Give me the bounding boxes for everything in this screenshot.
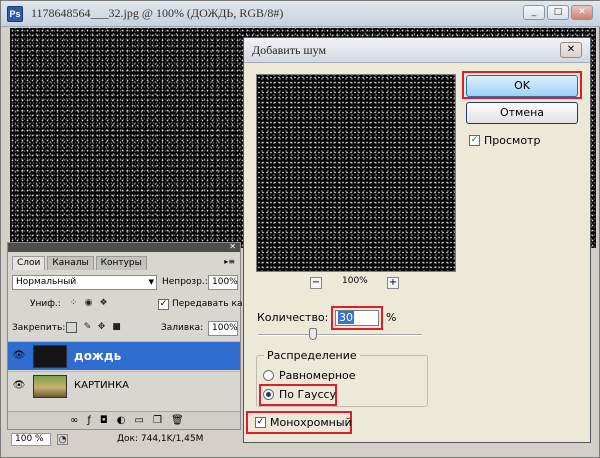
unify-visibility-icon[interactable]: ◉ (83, 298, 94, 309)
eye-icon[interactable]: 👁 (12, 350, 26, 362)
new-group-icon[interactable]: ▭ (135, 415, 144, 426)
status-menu-icon[interactable]: ◔ (57, 434, 68, 445)
zoom-in-button[interactable]: + (387, 277, 399, 289)
status-bar: 100 % ◔ Док: 744,1K/1,45M (7, 433, 241, 447)
new-layer-icon[interactable]: ❐ (153, 415, 162, 426)
window-controls: _ □ ✕ (523, 5, 593, 20)
dialog-titlebar[interactable]: Добавить шум ✕ (244, 38, 590, 63)
blend-mode-value: Нормальный (16, 277, 77, 287)
gaussian-label: По Гауссу (279, 388, 337, 401)
monochrome-label: Монохромный (270, 416, 352, 429)
adjustment-layer-icon[interactable]: ◐ (117, 415, 126, 426)
dialog-close-button[interactable]: ✕ (560, 42, 582, 58)
zoom-out-button[interactable]: − (310, 277, 322, 289)
layer-style-icon[interactable]: ƒ (87, 415, 91, 426)
opacity-input[interactable]: 100% (208, 275, 238, 290)
document-titlebar[interactable]: Ps 1178648564___32.jpg @ 100% (ДОЖДЬ, RG… (1, 1, 600, 27)
photoshop-icon: Ps (7, 6, 23, 22)
document-title: 1178648564___32.jpg @ 100% (ДОЖДЬ, RGB/8… (31, 6, 284, 20)
amount-slider-thumb[interactable] (309, 328, 317, 340)
amount-label: Количество: (257, 311, 329, 324)
layer-row[interactable]: 👁 КАРТИНКА (8, 371, 240, 400)
tab-channels[interactable]: Каналы (47, 256, 94, 270)
lock-all-icon[interactable]: ■ (111, 322, 122, 333)
tab-paths[interactable]: Контуры (95, 256, 147, 270)
fill-input[interactable]: 100% (208, 321, 238, 336)
panel-tabs: Слои Каналы Контуры (12, 256, 147, 270)
amount-input[interactable]: 30 (335, 310, 379, 326)
doc-info: Док: 744,1K/1,45M (117, 434, 204, 444)
cancel-button[interactable]: Отмена (466, 102, 578, 124)
layers-panel-footer: ∞ ƒ ◘ ◐ ▭ ❐ 🗑 (8, 411, 240, 429)
ok-button[interactable]: OK (466, 75, 578, 97)
layers-panel: ✕ Слои Каналы Контуры ▸≡ Нормальный ▼ Не… (7, 242, 243, 430)
zoom-input[interactable]: 100 % (11, 433, 51, 446)
monochrome-checkbox[interactable]: ✓ (255, 417, 266, 428)
filter-preview[interactable] (256, 74, 456, 272)
layer-name: дождь (74, 349, 122, 363)
panel-close-icon[interactable]: ✕ (229, 242, 236, 251)
lock-pixels-brush-icon[interactable]: ✎ (82, 322, 93, 333)
maximize-button[interactable]: □ (547, 5, 569, 20)
gaussian-radio[interactable] (263, 389, 274, 400)
delete-layer-icon[interactable]: 🗑 (171, 415, 184, 426)
lock-transparency-icon[interactable] (66, 322, 77, 333)
link-layers-icon[interactable]: ∞ (70, 415, 78, 426)
close-button[interactable]: ✕ (571, 5, 593, 20)
layer-name: КАРТИНКА (74, 380, 130, 391)
propagate-label: Передавать ка (172, 299, 243, 309)
eye-icon[interactable]: 👁 (12, 380, 26, 392)
layer-row[interactable]: 👁 дождь (8, 341, 240, 370)
preview-checkbox[interactable]: ✓ (469, 135, 480, 146)
chevron-down-icon: ▼ (148, 278, 154, 286)
propagate-checkbox[interactable]: ✓ (158, 299, 169, 310)
lock-label: Закрепить: (12, 323, 66, 333)
add-noise-dialog: Добавить шум ✕ − 100% + OK Отмена ✓ Прос… (243, 37, 591, 443)
uniform-radio[interactable] (263, 370, 274, 381)
tab-layers[interactable]: Слои (12, 256, 46, 270)
layer-mask-icon[interactable]: ◘ (100, 415, 108, 426)
amount-value: 30 (338, 311, 354, 324)
amount-slider-track[interactable] (258, 334, 422, 336)
amount-unit: % (386, 311, 397, 324)
unify-position-icon[interactable]: ⁘ (68, 298, 79, 309)
panel-grip[interactable]: ✕ (8, 242, 240, 252)
dialog-title: Добавить шум (252, 43, 327, 57)
panel-menu-icon[interactable]: ▸≡ (224, 257, 235, 266)
lock-position-move-icon[interactable]: ✥ (96, 322, 107, 333)
distribution-label: Распределение (264, 349, 360, 362)
layer-thumbnail (33, 345, 67, 368)
zoom-level: 100% (342, 276, 368, 286)
opacity-label: Непрозр.: (162, 277, 208, 287)
unify-label: Униф.: (30, 299, 61, 309)
unify-style-icon[interactable]: ❖ (98, 298, 109, 309)
minimize-button[interactable]: _ (523, 5, 545, 20)
preview-label: Просмотр (484, 134, 541, 147)
fill-label: Заливка: (161, 323, 204, 333)
blend-mode-select[interactable]: Нормальный ▼ (12, 275, 157, 290)
layer-thumbnail (33, 375, 67, 398)
uniform-label: Равномерное (279, 369, 356, 382)
